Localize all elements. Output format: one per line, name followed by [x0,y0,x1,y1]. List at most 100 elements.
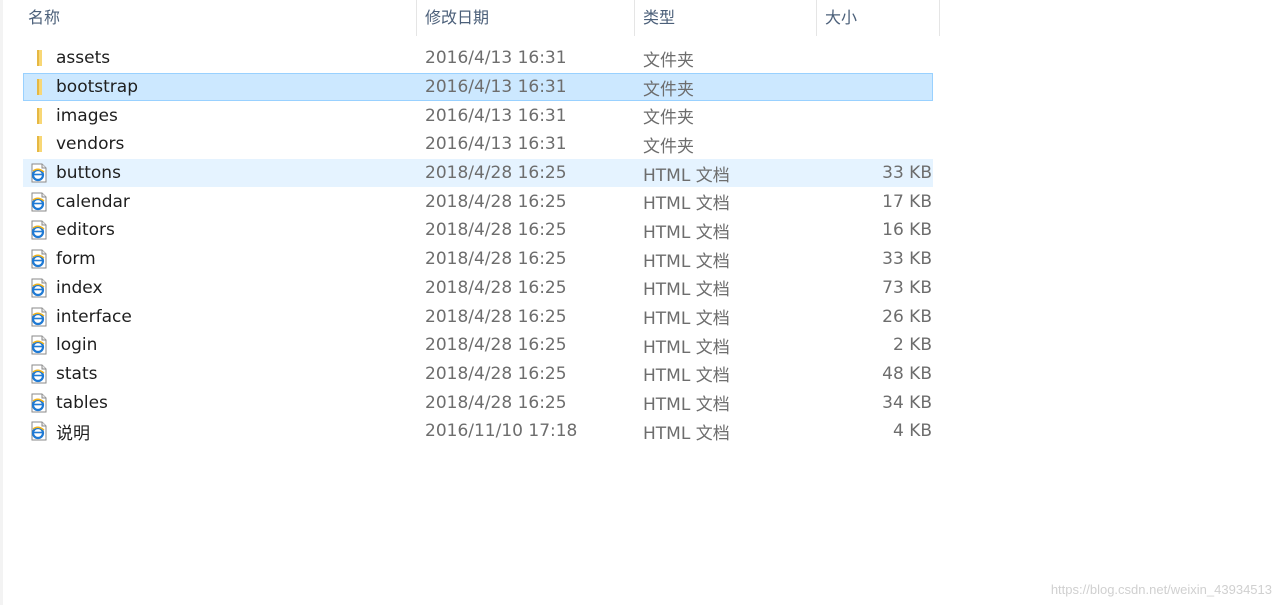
column-header-row: 名称 ^ 修改日期 类型 大小 [0,0,940,36]
html-file-icon [29,393,49,413]
file-type: HTML 文档 [643,337,730,358]
file-row-12[interactable]: stats 2018/4/28 16:25 HTML 文档 48 KB [0,360,940,389]
file-modified-date: 2018/4/28 16:25 [425,191,567,212]
file-modified-date: 2018/4/28 16:25 [425,249,567,270]
file-name-cell: images [0,106,417,126]
sort-ascending-icon: ^ [207,0,219,9]
file-name: tables [56,392,108,413]
file-row-14[interactable]: 说明 2016/11/10 17:18 HTML 文档 4 KB [0,417,940,446]
file-type: 文件夹 [643,108,694,129]
file-name: editors [56,220,115,241]
file-name: form [56,249,96,270]
file-modified-date: 2018/4/28 16:25 [425,163,567,184]
file-modified-date: 2018/4/28 16:25 [425,277,567,298]
file-row-8[interactable]: form 2018/4/28 16:25 HTML 文档 33 KB [0,245,940,274]
file-name: calendar [56,191,130,212]
html-file-icon [29,307,49,327]
file-name-cell: stats [0,364,417,384]
file-modified-date: 2016/4/13 16:31 [425,77,567,98]
file-name: assets [56,48,111,69]
folder-icon [29,77,49,97]
file-list: assets 2016/4/13 16:31 文件夹 bootstrap 201… [0,44,940,446]
file-type: HTML 文档 [643,309,730,330]
file-size: 33 KB [882,163,932,184]
html-file-icon [29,163,49,183]
file-row-5[interactable]: buttons 2018/4/28 16:25 HTML 文档 33 KB [0,158,940,188]
file-size: 26 KB [882,306,932,327]
file-name: interface [56,306,132,327]
file-modified-date: 2018/4/28 16:25 [425,220,567,241]
file-type: HTML 文档 [643,366,730,387]
watermark: https://blog.csdn.net/weixin_43934513 [1050,582,1272,597]
file-name-cell: 说明 [0,419,417,444]
column-header-name-label: 名称 [28,8,61,27]
file-name-cell: form [0,249,417,269]
file-modified-date: 2018/4/28 16:25 [425,363,567,384]
file-type: HTML 文档 [643,395,730,416]
file-row-10[interactable]: interface 2018/4/28 16:25 HTML 文档 26 KB [0,302,940,331]
file-name-cell: tables [0,393,417,413]
html-file-icon [29,364,49,384]
file-modified-date: 2018/4/28 16:25 [425,335,567,356]
file-size: 73 KB [882,277,932,298]
folder-icon [29,48,49,68]
file-size: 48 KB [882,363,932,384]
file-modified-date: 2016/4/13 16:31 [425,134,567,155]
file-size: 16 KB [882,220,932,241]
file-name-cell: interface [0,307,417,327]
file-type: HTML 文档 [643,251,730,272]
html-file-icon [29,278,49,298]
file-type: HTML 文档 [643,423,730,444]
file-size: 17 KB [882,191,932,212]
file-row-1[interactable]: assets 2016/4/13 16:31 文件夹 [0,44,940,73]
file-name: vendors [56,134,125,155]
file-size: 2 KB [892,335,932,356]
column-header-date-label: 修改日期 [425,8,490,27]
file-type: 文件夹 [643,79,694,100]
file-type: HTML 文档 [643,194,730,215]
file-name: stats [56,363,98,384]
column-header-date[interactable]: 修改日期 [417,0,635,36]
file-name: images [56,105,118,126]
file-name-cell: editors [0,220,417,240]
html-file-icon [29,335,49,355]
file-row-7[interactable]: editors 2018/4/28 16:25 HTML 文档 16 KB [0,216,940,245]
file-size: 34 KB [882,392,932,413]
html-file-icon [29,220,49,240]
file-name: login [56,335,98,356]
file-modified-date: 2018/4/28 16:25 [425,392,567,413]
file-name: bootstrap [56,77,138,98]
file-type: 文件夹 [643,50,694,71]
html-file-icon [29,421,49,441]
file-name-cell: assets [0,48,417,68]
file-name: buttons [56,163,121,184]
file-explorer: 名称 ^ 修改日期 类型 大小 assets 2016/4/13 16:31 文… [0,0,1280,605]
file-row-13[interactable]: tables 2018/4/28 16:25 HTML 文档 34 KB [0,388,940,417]
file-modified-date: 2016/4/13 16:31 [425,48,567,69]
file-type: HTML 文档 [643,165,730,186]
file-size: 4 KB [892,421,932,442]
file-row-6[interactable]: calendar 2018/4/28 16:25 HTML 文档 17 KB [0,187,940,216]
column-header-type-label: 类型 [643,8,676,27]
file-size: 33 KB [882,249,932,270]
file-row-4[interactable]: vendors 2016/4/13 16:31 文件夹 [0,130,940,159]
file-modified-date: 2016/4/13 16:31 [425,105,567,126]
folder-icon [29,134,49,154]
column-header-name[interactable]: 名称 ^ [0,0,417,36]
file-row-3[interactable]: images 2016/4/13 16:31 文件夹 [0,101,940,130]
html-file-icon [29,249,49,269]
column-header-type[interactable]: 类型 [635,0,817,36]
file-name: 说明 [56,423,90,444]
column-header-size[interactable]: 大小 [817,0,940,36]
folder-icon [29,106,49,126]
file-modified-date: 2016/11/10 17:18 [425,421,578,442]
file-type: HTML 文档 [643,280,730,301]
file-name-cell: buttons [0,163,417,183]
file-name: index [56,277,103,298]
file-row-2[interactable]: bootstrap 2016/4/13 16:31 文件夹 [0,72,940,102]
file-type: HTML 文档 [643,222,730,243]
file-modified-date: 2018/4/28 16:25 [425,306,567,327]
file-row-11[interactable]: login 2018/4/28 16:25 HTML 文档 2 KB [0,331,940,360]
html-file-icon [29,192,49,212]
file-row-9[interactable]: index 2018/4/28 16:25 HTML 文档 73 KB [0,274,940,303]
